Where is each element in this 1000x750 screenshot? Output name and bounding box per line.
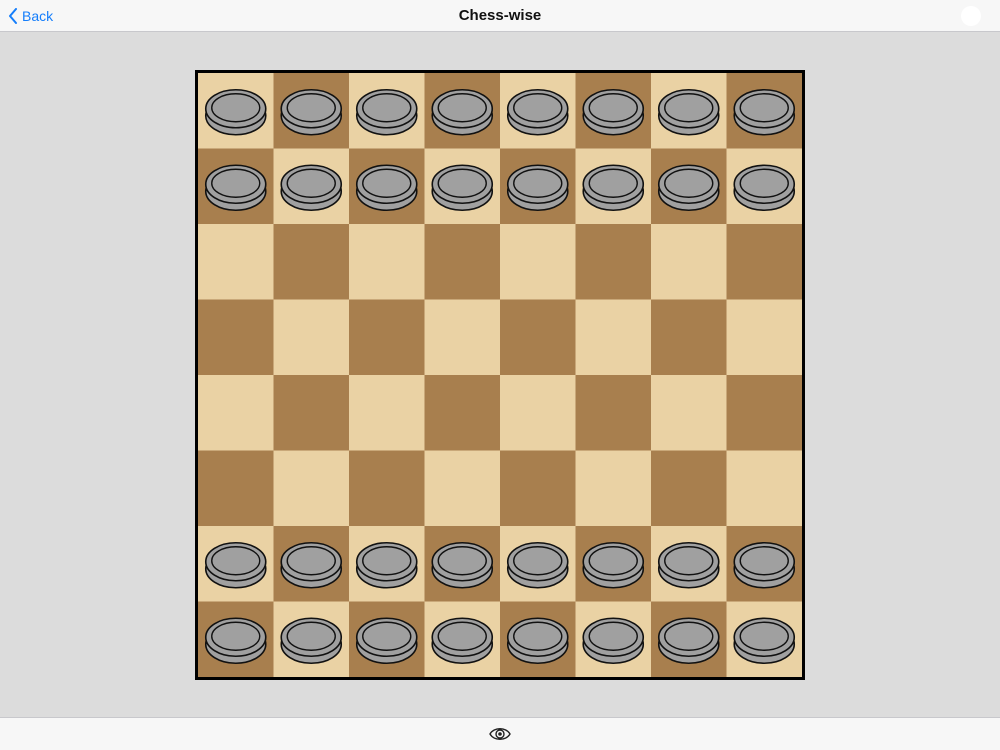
board-square[interactable]: [575, 224, 652, 300]
checker-piece[interactable]: [506, 541, 569, 589]
checker-piece[interactable]: [431, 617, 494, 665]
board-square[interactable]: [726, 224, 803, 300]
checkerboard-frame: [195, 70, 805, 680]
checker-piece[interactable]: [280, 541, 343, 589]
checkerboard[interactable]: [198, 73, 802, 677]
page-title: Chess-wise: [458, 7, 542, 24]
checker-piece[interactable]: [506, 164, 569, 212]
board-square[interactable]: [651, 450, 727, 527]
checker-piece[interactable]: [582, 617, 645, 665]
checker-piece[interactable]: [204, 88, 267, 136]
board-square[interactable]: [198, 299, 274, 376]
board-canvas[interactable]: [198, 73, 802, 677]
navigation-bar: Back Chess-wise: [0, 0, 1000, 32]
checker-piece[interactable]: [657, 88, 720, 136]
board-square[interactable]: [500, 299, 576, 376]
eye-button[interactable]: [488, 725, 512, 743]
board-square[interactable]: [198, 375, 274, 451]
board-square[interactable]: [575, 450, 652, 527]
checker-piece[interactable]: [280, 617, 343, 665]
board-square[interactable]: [273, 224, 350, 300]
checker-piece[interactable]: [355, 88, 418, 136]
checker-piece[interactable]: [355, 164, 418, 212]
checker-piece[interactable]: [657, 617, 720, 665]
board-square[interactable]: [198, 224, 274, 300]
board-square[interactable]: [651, 375, 727, 451]
checker-piece[interactable]: [506, 88, 569, 136]
checker-piece[interactable]: [582, 164, 645, 212]
board-square[interactable]: [198, 450, 274, 527]
checker-piece[interactable]: [204, 164, 267, 212]
board-square[interactable]: [273, 450, 350, 527]
board-square[interactable]: [349, 299, 425, 376]
board-square[interactable]: [500, 375, 576, 451]
checker-piece[interactable]: [733, 617, 796, 665]
game-area: [0, 32, 1000, 717]
board-square[interactable]: [273, 375, 350, 451]
board-square[interactable]: [726, 450, 803, 527]
checker-piece[interactable]: [733, 541, 796, 589]
checker-piece[interactable]: [582, 541, 645, 589]
board-square[interactable]: [349, 450, 425, 527]
checker-piece[interactable]: [355, 617, 418, 665]
board-square[interactable]: [651, 299, 727, 376]
board-square[interactable]: [575, 299, 652, 376]
checker-piece[interactable]: [431, 164, 494, 212]
board-square[interactable]: [349, 375, 425, 451]
checker-piece[interactable]: [431, 541, 494, 589]
checker-piece[interactable]: [204, 541, 267, 589]
checker-piece[interactable]: [582, 88, 645, 136]
board-square[interactable]: [424, 299, 501, 376]
board-square[interactable]: [651, 224, 727, 300]
checker-piece[interactable]: [355, 541, 418, 589]
board-square[interactable]: [500, 450, 576, 527]
board-square[interactable]: [424, 450, 501, 527]
checker-piece[interactable]: [733, 88, 796, 136]
checker-piece[interactable]: [506, 617, 569, 665]
eye-icon: [489, 728, 511, 740]
checker-piece[interactable]: [657, 164, 720, 212]
bottom-toolbar: [0, 717, 1000, 750]
checker-piece[interactable]: [280, 164, 343, 212]
board-square[interactable]: [273, 299, 350, 376]
board-square[interactable]: [726, 299, 803, 376]
board-square[interactable]: [726, 375, 803, 451]
checker-piece[interactable]: [733, 164, 796, 212]
checker-piece[interactable]: [280, 88, 343, 136]
board-square[interactable]: [424, 375, 501, 451]
board-square[interactable]: [349, 224, 425, 300]
checker-piece[interactable]: [431, 88, 494, 136]
checker-piece[interactable]: [657, 541, 720, 589]
board-square[interactable]: [424, 224, 501, 300]
board-square[interactable]: [500, 224, 576, 300]
status-circle-icon[interactable]: [961, 6, 981, 26]
board-square[interactable]: [575, 375, 652, 451]
checker-piece[interactable]: [204, 617, 267, 665]
